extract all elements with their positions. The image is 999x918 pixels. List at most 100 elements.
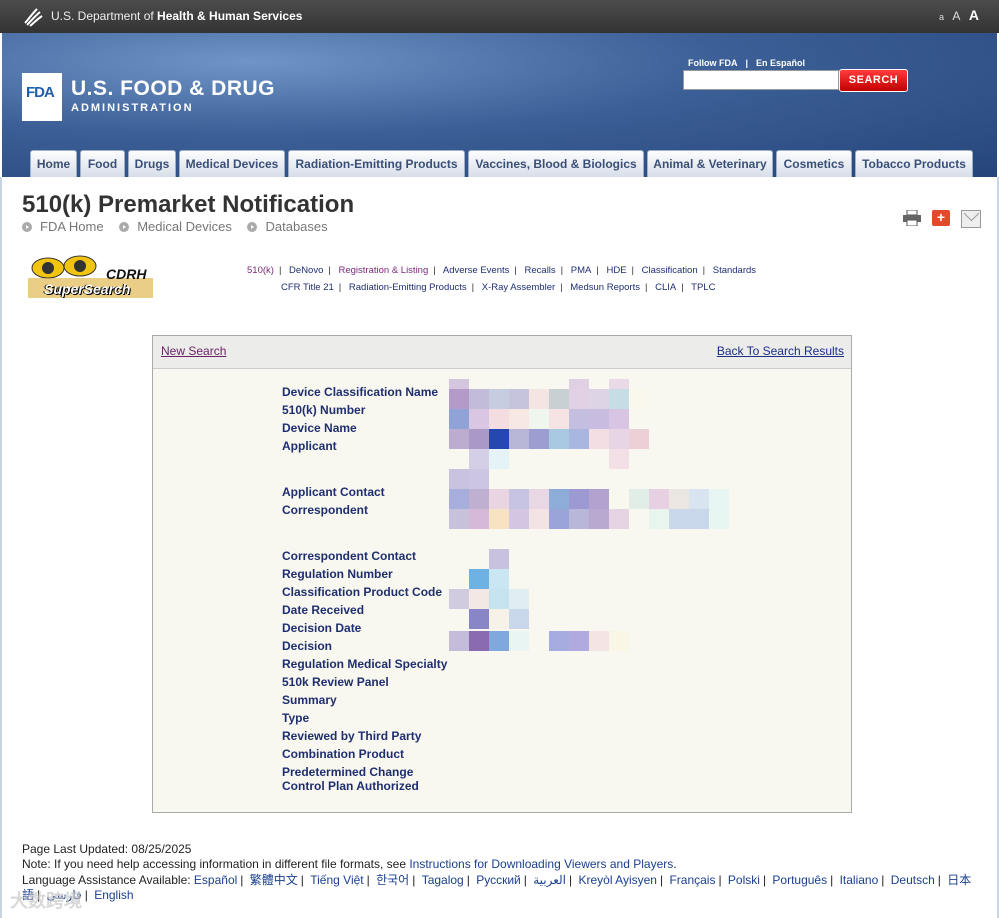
result-panel: New Search Back To Search Results Device… — [152, 335, 852, 813]
header-separator: | — [745, 58, 749, 68]
nav-tab-radiation[interactable]: Radiation-Emitting Products — [288, 150, 465, 177]
fda-title[interactable]: U.S. FOOD & DRUG — [71, 77, 275, 101]
search-input[interactable] — [683, 70, 839, 90]
link-separator: | — [631, 265, 635, 276]
field-label: 510k Review Panel — [282, 675, 389, 689]
language-link[interactable]: 繁體中文 — [250, 873, 298, 887]
new-search-link[interactable]: New Search — [161, 344, 226, 358]
arrow-icon — [119, 222, 130, 232]
database-links-row: 510(k) | DeNovo | Registration & Listing | … — [247, 262, 767, 279]
field-label: Decision Date — [282, 621, 362, 635]
breadcrumb-databases[interactable]: Databases — [247, 219, 328, 234]
nav-tab-tobacco[interactable]: Tobacco Products — [855, 150, 973, 177]
language-separator: | — [300, 873, 304, 887]
link-medsun-reports[interactable]: Medsun Reports — [570, 282, 640, 293]
link-xray-assembler[interactable]: X-Ray Assembler — [482, 282, 555, 293]
print-icon[interactable] — [903, 210, 921, 226]
link-hde[interactable]: HDE — [606, 265, 626, 276]
link-classification[interactable]: Classification — [642, 265, 698, 276]
link-cfr-title-21[interactable]: CFR Title 21 — [281, 282, 334, 293]
back-to-results-link[interactable]: Back To Search Results — [717, 344, 844, 358]
result-panel-header: New Search Back To Search Results — [153, 336, 851, 369]
link-registration-listing[interactable]: Registration & Listing — [338, 265, 428, 276]
link-separator: | — [433, 265, 436, 276]
field-label: Applicant — [282, 439, 337, 453]
link-recalls[interactable]: Recalls — [525, 265, 556, 276]
link-separator: | — [560, 265, 564, 276]
hhs-link[interactable]: U.S. Department of Health & Human Servic… — [51, 9, 302, 23]
field-label: Combination Product — [282, 747, 404, 761]
link-separator: | — [702, 265, 706, 276]
link-separator: | — [514, 265, 517, 276]
font-small-button[interactable]: a — [939, 12, 944, 22]
nav-tab-vaccines[interactable]: Vaccines, Blood & Biologics — [468, 150, 644, 177]
cdrh-supersearch-logo[interactable]: CDRH SuperSearch — [28, 250, 153, 300]
nav-tab-animal[interactable]: Animal & Veterinary — [647, 150, 773, 177]
language-link[interactable]: Français — [669, 873, 715, 887]
field-label: 510(k) Number — [282, 403, 366, 417]
language-link[interactable]: Español — [194, 873, 237, 887]
fda-logo[interactable]: FDA — [22, 73, 62, 121]
link-separator: | — [471, 282, 475, 293]
language-link[interactable]: Русский — [476, 873, 521, 887]
footer: Page Last Updated: 08/25/2025 Note: If y… — [22, 842, 677, 872]
language-separator: | — [659, 873, 664, 887]
page-title: 510(k) Premarket Notification — [22, 191, 355, 218]
link-denovo[interactable]: DeNovo — [289, 265, 323, 276]
redacted-value-block — [449, 549, 629, 651]
field-label: Regulation Medical Specialty — [282, 657, 448, 671]
link-radiation-emitting[interactable]: Radiation-Emitting Products — [349, 282, 467, 293]
link-510k[interactable]: 510(k) — [247, 265, 274, 276]
language-link[interactable]: Italiano — [840, 873, 879, 887]
language-link[interactable]: العربية — [533, 873, 566, 887]
search-button[interactable]: SEARCH — [839, 69, 908, 92]
link-standards[interactable]: Standards — [713, 265, 756, 276]
nav-tab-home[interactable]: Home — [30, 150, 77, 177]
hhs-name: Health & Human Services — [157, 9, 303, 23]
language-separator: | — [881, 873, 885, 887]
breadcrumb-label: Databases — [265, 219, 328, 234]
nav-tab-food[interactable]: Food — [80, 150, 125, 177]
language-link[interactable]: Kreyòl Ayisyen — [578, 873, 657, 887]
font-large-button[interactable]: A — [969, 7, 979, 23]
nav-tab-cosmetics[interactable]: Cosmetics — [776, 150, 852, 177]
language-assistance: Language Assistance Available: Español | … — [22, 873, 992, 903]
language-link[interactable]: Tagalog — [422, 873, 464, 887]
viewers-link[interactable]: Instructions for Downloading Viewers and… — [409, 857, 673, 871]
database-links-row: CFR Title 21 | Radiation-Emitting Product… — [247, 279, 767, 296]
language-separator: | — [412, 873, 416, 887]
breadcrumb-label: FDA Home — [40, 219, 104, 234]
nav-tab-drugs[interactable]: Drugs — [128, 150, 176, 177]
language-separator: | — [937, 873, 941, 887]
breadcrumb-medical-devices[interactable]: Medical Devices — [119, 219, 232, 234]
link-separator: | — [681, 282, 684, 293]
link-pma[interactable]: PMA — [571, 265, 592, 276]
language-link[interactable]: English — [94, 888, 133, 902]
link-tplc[interactable]: TPLC — [691, 282, 715, 293]
language-link[interactable]: Tiếng Việt — [310, 873, 363, 887]
nav-tab-medical-devices[interactable]: Medical Devices — [179, 150, 285, 177]
link-clia[interactable]: CLIA — [655, 282, 676, 293]
email-icon[interactable] — [961, 210, 981, 228]
language-link[interactable]: Polski — [728, 873, 760, 887]
language-separator: | — [366, 873, 370, 887]
language-separator: | — [718, 873, 722, 887]
field-label: Classification Product Code — [282, 585, 443, 599]
language-link[interactable]: Português — [772, 873, 827, 887]
language-link[interactable]: Deutsch — [891, 873, 935, 887]
field-label: Reviewed by Third Party — [282, 729, 422, 743]
breadcrumb-fda-home[interactable]: FDA Home — [22, 219, 104, 234]
link-adverse-events[interactable]: Adverse Events — [443, 265, 510, 276]
spanish-link[interactable]: En Español — [756, 58, 805, 68]
language-separator: | — [240, 873, 244, 887]
language-link[interactable]: 한국어 — [376, 873, 409, 887]
field-label: Correspondent Contact — [282, 549, 417, 563]
arrow-icon — [22, 222, 32, 232]
follow-fda-link[interactable]: Follow FDA — [688, 58, 738, 68]
language-separator: | — [830, 873, 834, 887]
font-medium-button[interactable]: A — [952, 9, 960, 23]
fda-header: FDA U.S. FOOD & DRUG ADMINISTRATION Foll… — [2, 33, 997, 177]
share-plus-icon[interactable]: + — [932, 210, 950, 226]
link-separator: | — [278, 265, 282, 276]
supersearch-text: SuperSearch — [44, 281, 131, 297]
